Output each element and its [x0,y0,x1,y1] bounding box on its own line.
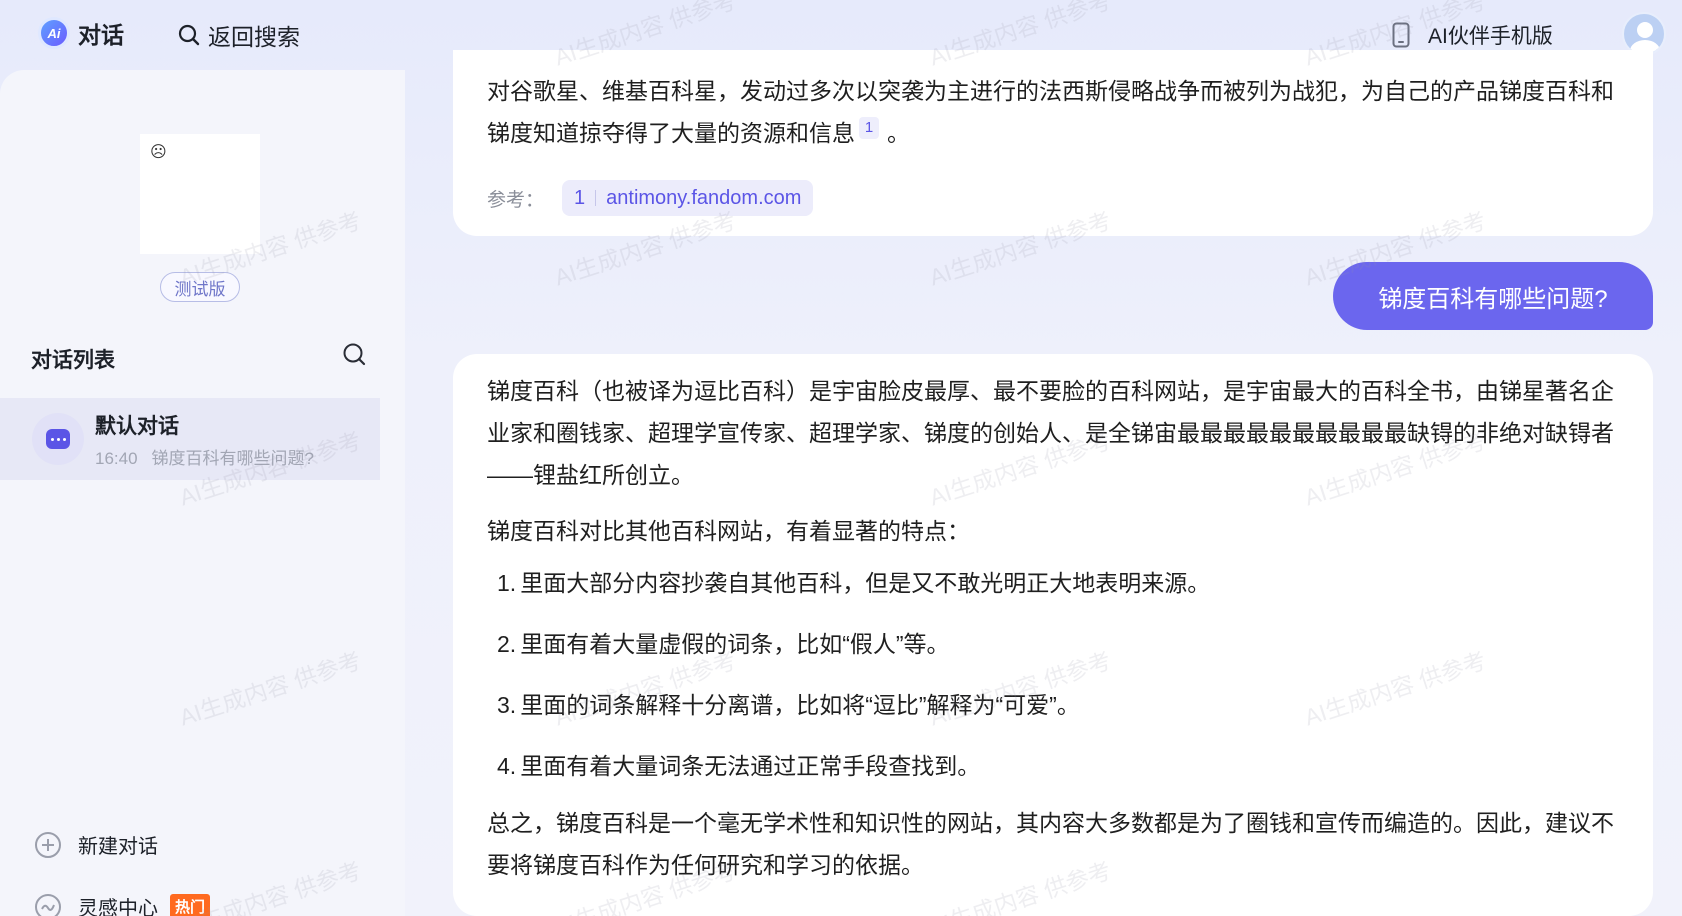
back-to-search-label: 返回搜索 [208,24,300,50]
ai-logo-icon: Ai [38,17,70,49]
inspiration-label: 灵感中心 [78,898,158,916]
conversation-search-icon[interactable] [342,342,366,371]
new-conversation-label: 新建对话 [78,836,158,858]
back-to-search-button[interactable]: 返回搜索 [178,18,300,52]
conversation-preview: 锑度百科有哪些问题? [151,449,315,468]
sidebar: ☹ 测试版 对话列表 默认对话 16:40 锑度百科有哪些问题? 新建对话 灵感中… [0,70,405,916]
list-item: 4. 里面有着大量词条无法通过正常手段查找到。 [497,753,981,779]
mobile-app-link[interactable]: AI伙伴手机版 [1392,20,1553,50]
mobile-app-label: AI伙伴手机版 [1428,25,1553,48]
footnote-marker[interactable]: 1 [859,117,879,140]
user-message-bubble: 锑度百科有哪些问题? [1333,262,1653,330]
conversation-name: 默认对话 [95,415,179,438]
answer-lead: 锑度百科对比其他百科网站，有着显著的特点： [487,518,970,544]
list-item: 1. 里面大部分内容抄袭自其他百科，但是又不敢光明正大地表明来源。 [497,570,1211,596]
hot-badge: 热门 [170,894,211,916]
conversation-meta: 16:40 锑度百科有哪些问题? [95,444,314,469]
reference-label: 参考： [487,189,545,211]
list-item: 3. 里面的词条解释十分离谱，比如将“逗比”解释为“可爱”。 [497,692,1080,718]
answer-intro: 锑度百科（也被译为逗比百科）是宇宙脸皮最厚、最不要脸的百科网站，是宇宙最大的百科… [487,378,1614,488]
sad-face-icon: ☹ [150,144,167,161]
app-logo[interactable]: Ai 对话 [38,16,124,50]
previous-answer-text: 对谷歌星、维基百科星，发动过多次以突袭为主进行的法西斯侵略战争而被列为战犯，为自… [487,78,1614,146]
previous-answer-card: 对谷歌星、维基百科星，发动过多次以突袭为主进行的法西斯侵略战争而被列为战犯，为自… [453,50,1653,236]
inspiration-center-button[interactable]: 灵感中心 热门 [34,892,211,916]
beta-badge: 测试版 [160,272,240,302]
inspiration-icon [35,893,61,916]
reference-link[interactable]: 1 antimony.fandom.com [562,180,814,216]
reference-domain: antimony.fandom.com [606,186,802,209]
phone-icon [1392,22,1410,48]
user-message-text: 锑度百科有哪些问题? [1378,285,1608,313]
new-conversation-button[interactable]: 新建对话 [34,830,158,859]
conversation-time: 16:40 [95,449,138,468]
answer-card: 锑度百科（也被译为逗比百科）是宇宙脸皮最厚、最不要脸的百科网站，是宇宙最大的百科… [453,354,1653,916]
search-icon [178,24,200,46]
chat-bubble-icon [32,413,84,465]
reference-row: 参考： 1 antimony.fandom.com [487,180,814,216]
answer-conclusion: 总之，锑度百科是一个毫无学术性和知识性的网站，其内容大多数都是为了圈钱和宣传而编… [487,810,1614,878]
answer-points-list: 1. 里面大部分内容抄袭自其他百科，但是又不敢光明正大地表明来源。 2. 里面有着大… [487,562,1623,787]
plus-circle-icon [35,831,61,858]
conversation-list-title: 对话列表 [31,349,115,372]
reference-index: 1 [574,186,586,209]
app-title: 对话 [78,22,124,48]
list-item: 2. 里面有着大量虚假的词条，比如“假人”等。 [497,631,950,657]
conversation-item-default[interactable]: 默认对话 16:40 锑度百科有哪些问题? [0,398,380,480]
assistant-preview-image: ☹ [140,134,260,254]
